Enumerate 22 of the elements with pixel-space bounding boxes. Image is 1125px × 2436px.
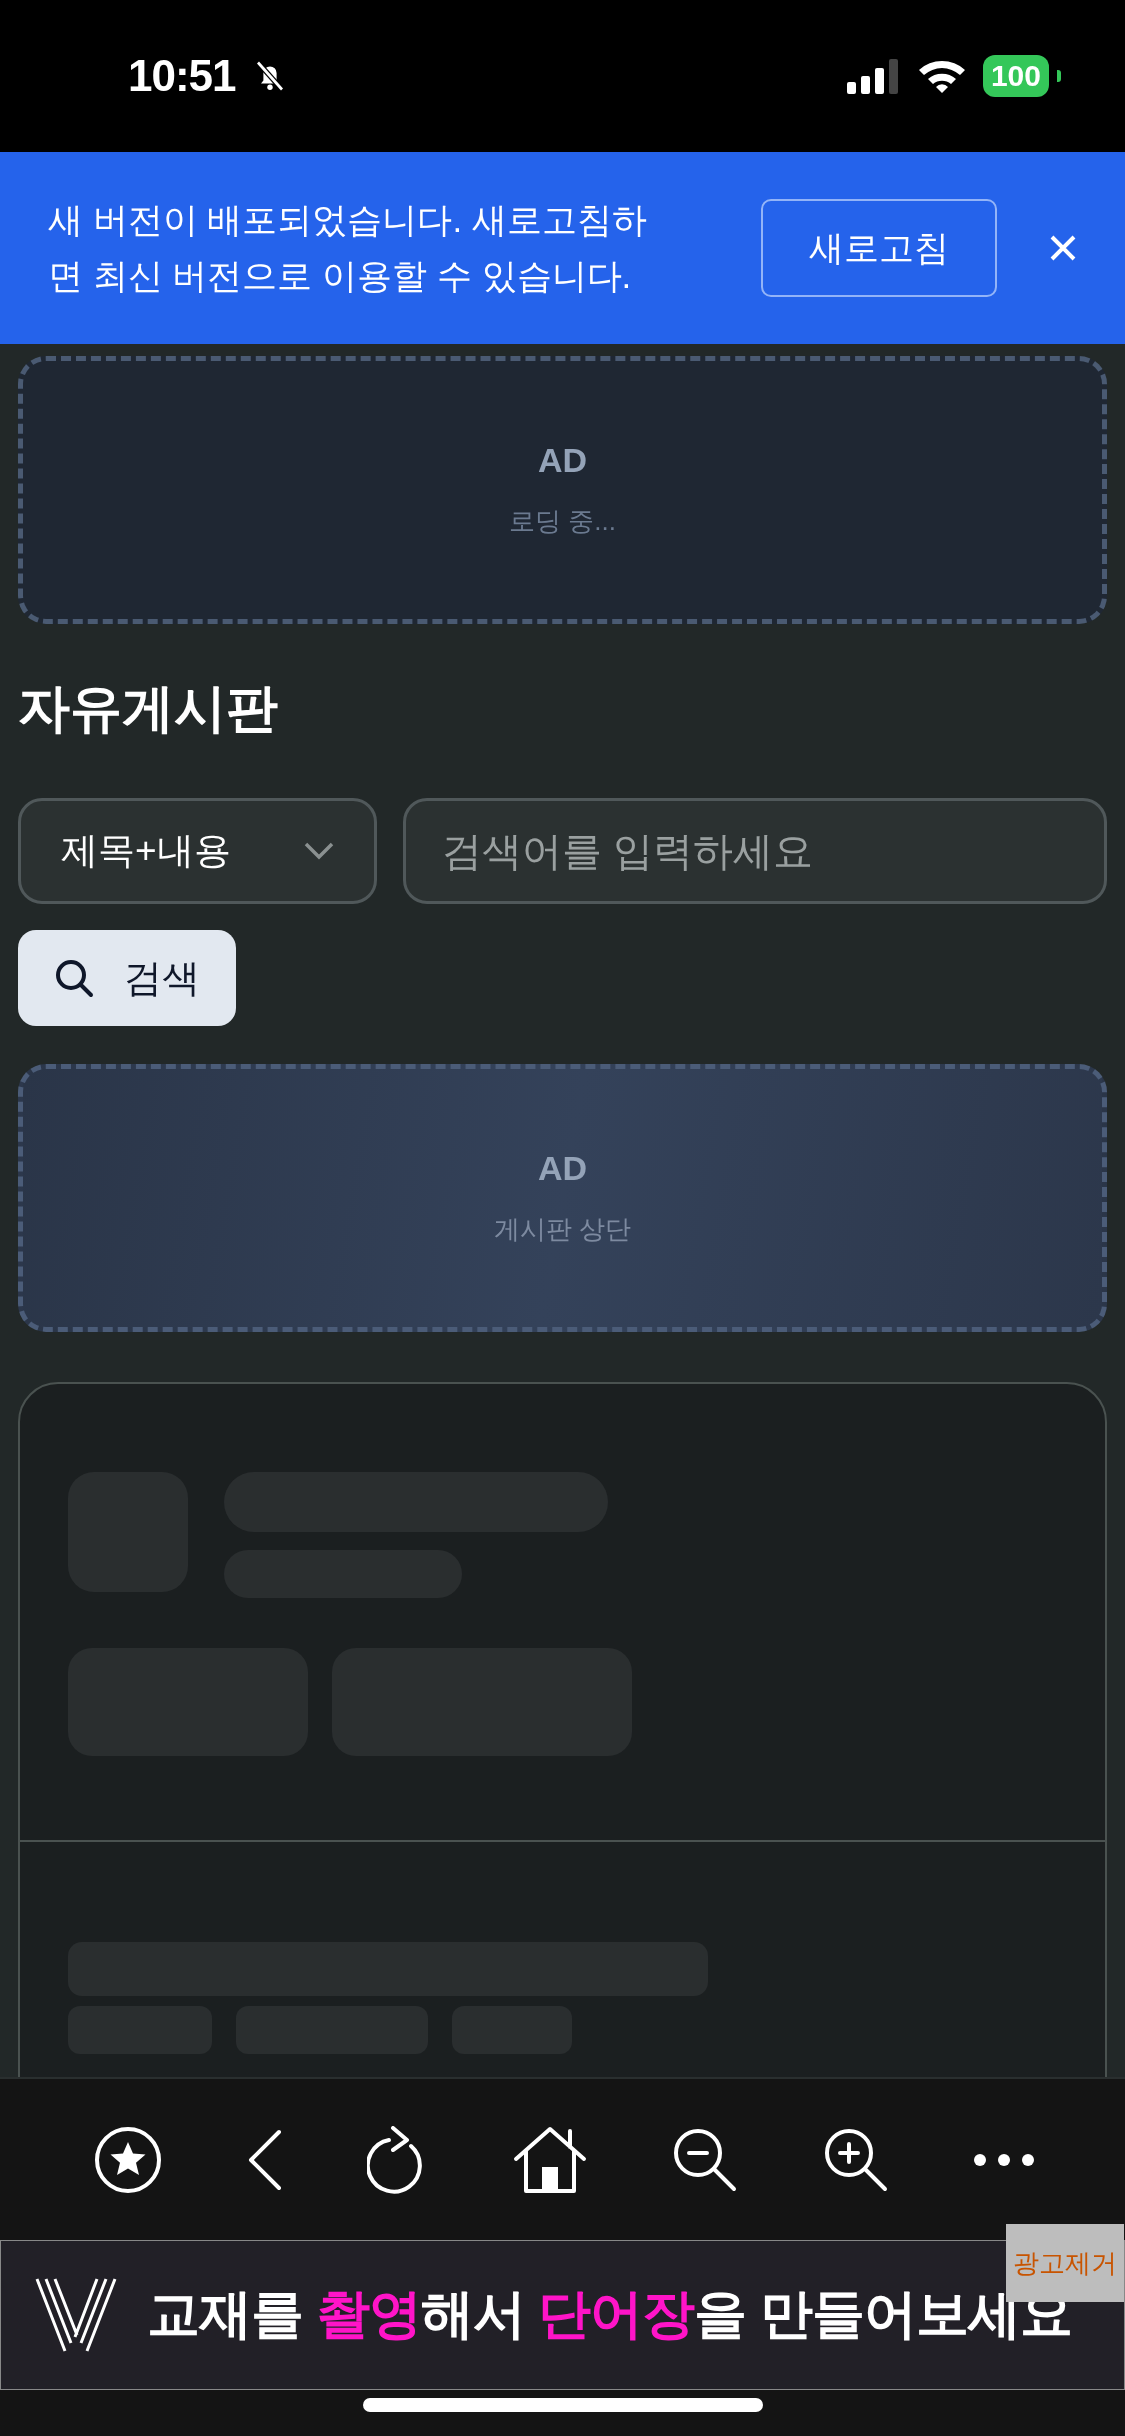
search-field[interactable]: 검색어를 입력하세요 — [403, 798, 1107, 904]
ad-status: 로딩 중... — [509, 505, 616, 538]
search-button[interactable]: 검색 — [18, 930, 236, 1026]
chevron-down-icon — [304, 842, 334, 860]
battery-tip-icon — [1057, 70, 1061, 82]
update-message: 새 버전이 배포되었습니다. 새로고침하면 최신 버전으로 이용할 수 있습니다. — [48, 199, 648, 297]
signal-icon — [846, 58, 901, 94]
ad-label: AD — [537, 441, 588, 480]
clock-time: 10:51 — [128, 51, 236, 101]
back-icon[interactable] — [246, 2128, 283, 2191]
search-icon — [54, 958, 94, 998]
filter-dropdown[interactable]: 제목+내용 — [18, 798, 377, 904]
zoom-out-icon[interactable] — [672, 2126, 738, 2193]
more-icon[interactable] — [973, 2152, 1035, 2167]
close-icon[interactable] — [1049, 234, 1077, 262]
ad-status: 게시판 상단 — [493, 1213, 632, 1246]
battery-level: 100 — [982, 55, 1049, 97]
ad-label: AD — [537, 1149, 588, 1188]
refresh-button[interactable]: 새로고침 — [761, 199, 997, 297]
home-icon[interactable] — [511, 2124, 588, 2195]
board-title: 자유게시판 — [18, 682, 279, 734]
zoom-in-icon[interactable] — [822, 2126, 889, 2193]
